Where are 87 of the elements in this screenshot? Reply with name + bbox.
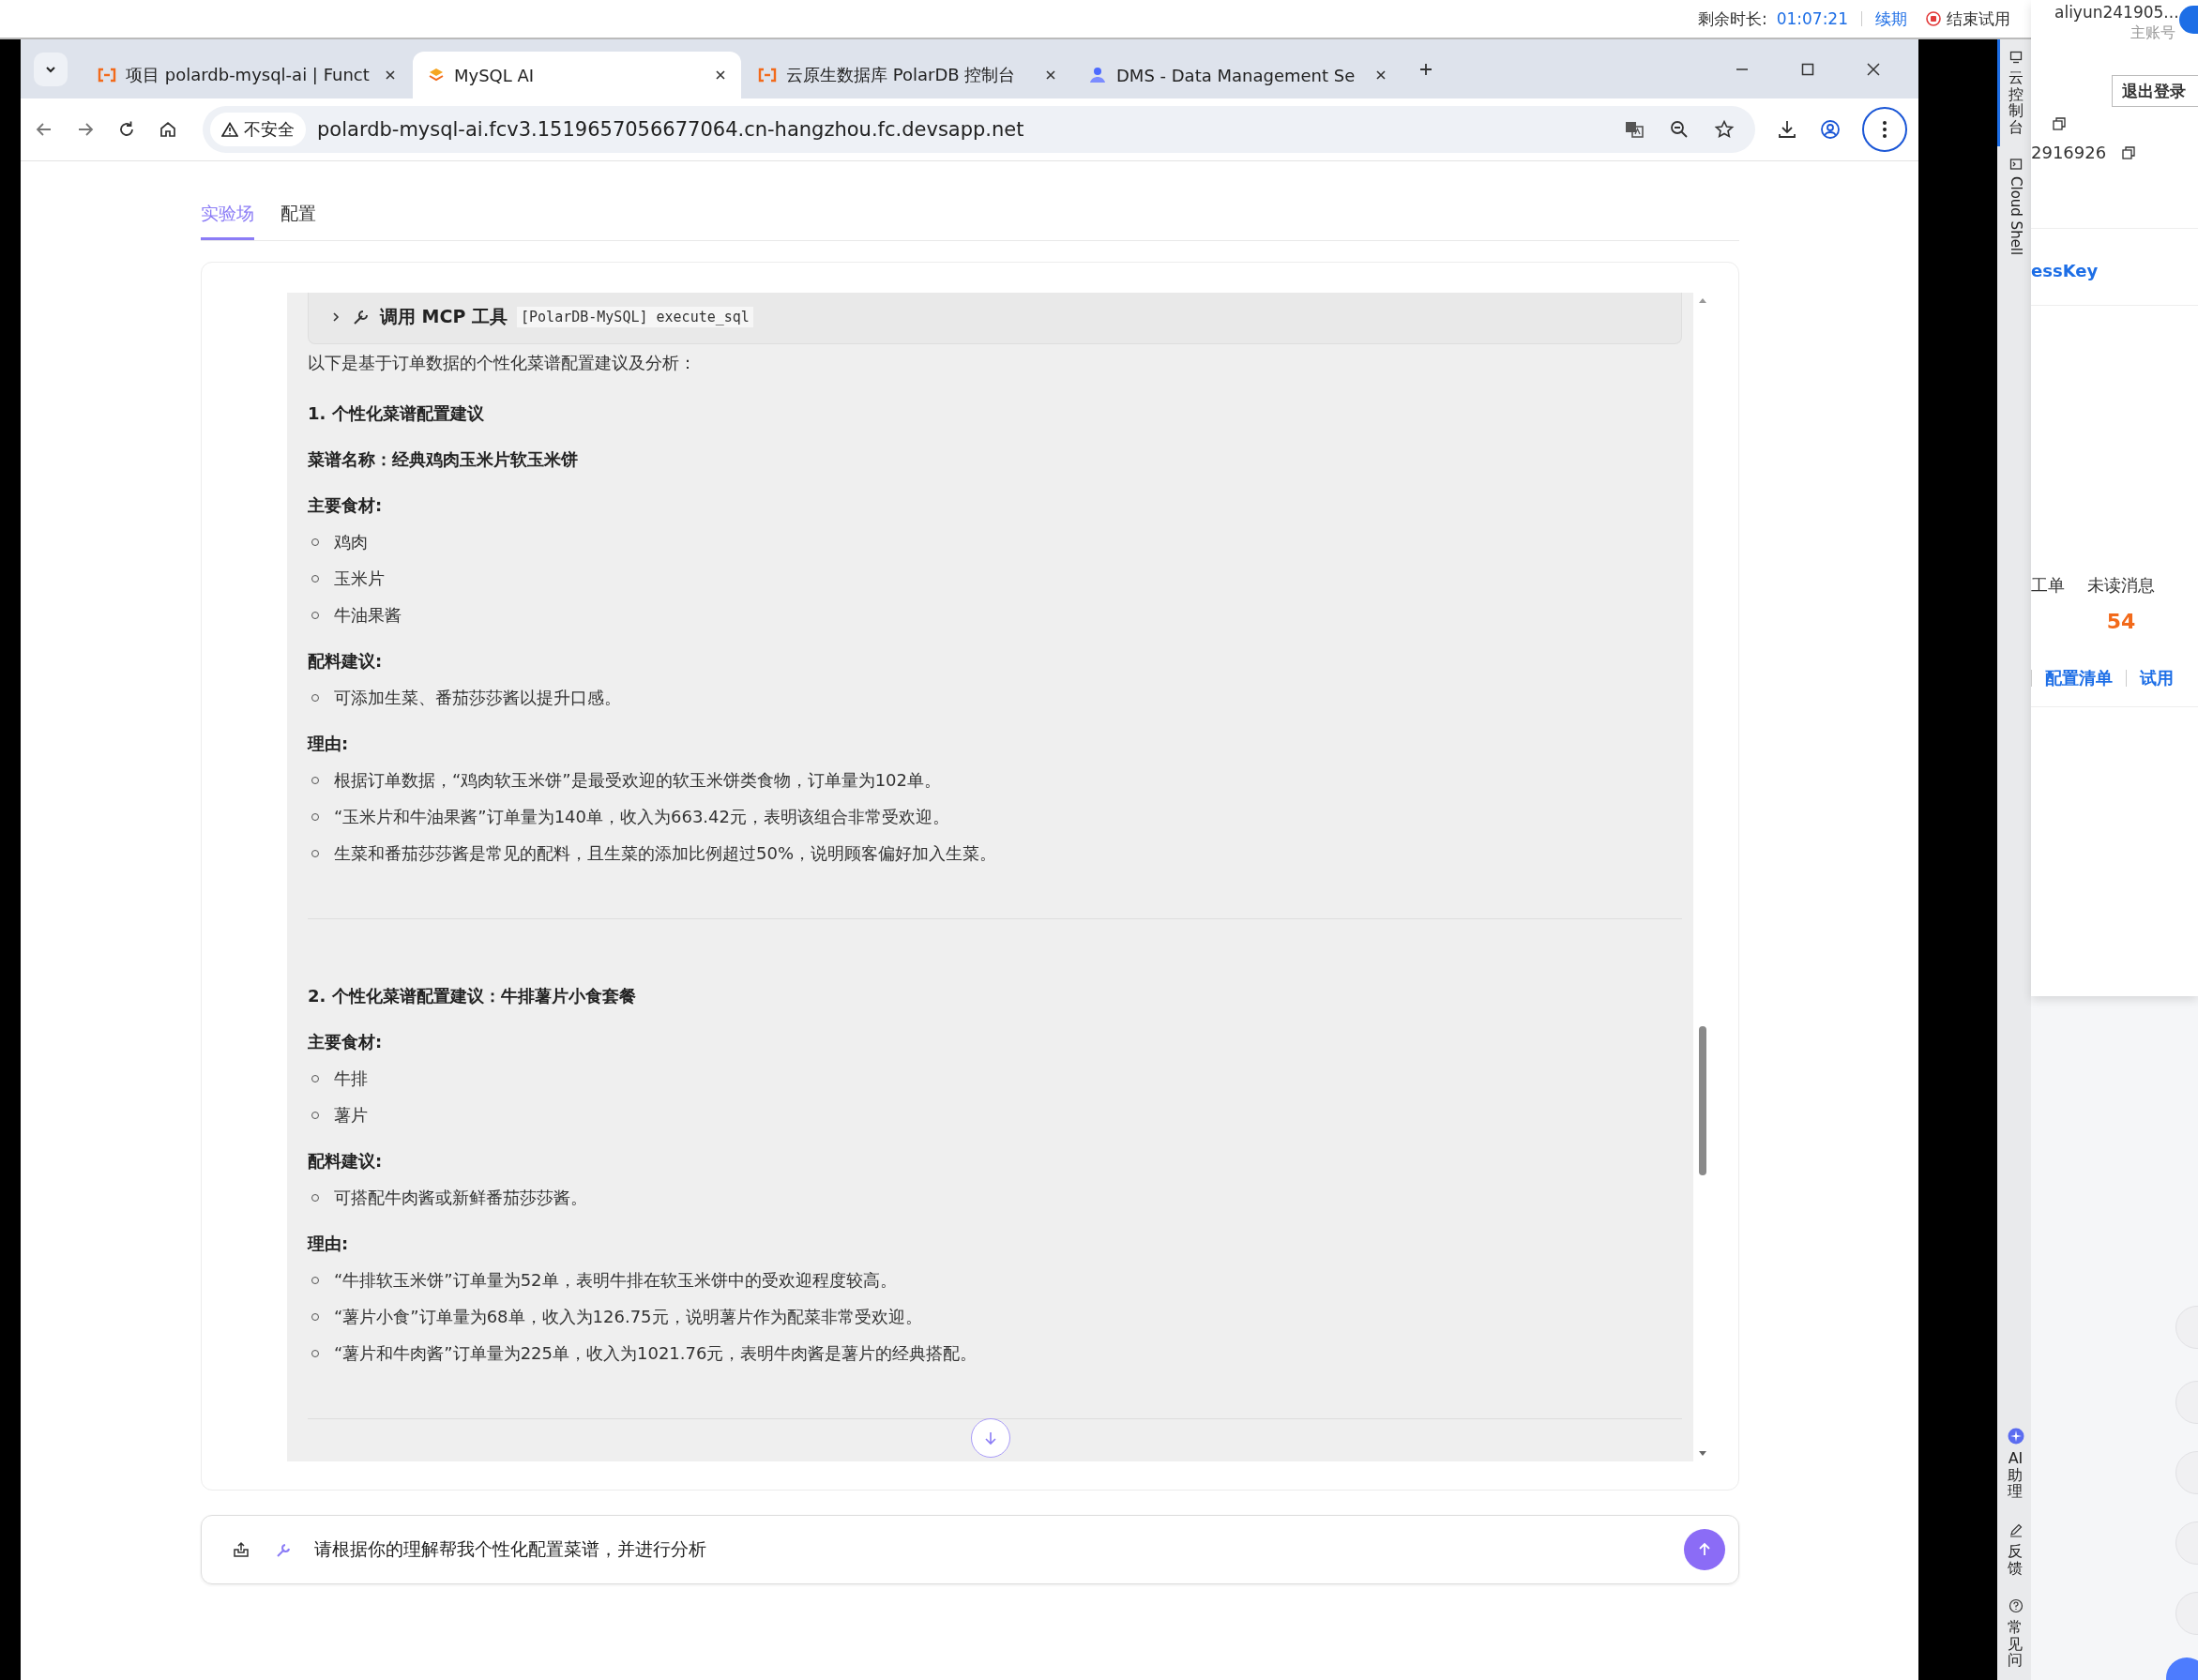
group-heading: 理由: — [308, 1233, 350, 1255]
logout-button[interactable]: 退出登录 — [2112, 75, 2198, 107]
terminal-icon — [2009, 158, 2023, 172]
list-item-text: 鸡肉 — [334, 531, 368, 553]
list-item-text: 可添加生菜、番茄莎莎酱以提升口感。 — [334, 687, 621, 709]
close-icon[interactable] — [1375, 69, 1387, 81]
stat-label: 未读消息 — [2087, 574, 2155, 597]
sidebar-item[interactable]: AI助理 — [1997, 1416, 2031, 1512]
end-trial-button[interactable]: 结束试用 — [1917, 8, 2010, 30]
copy-icon[interactable] — [2121, 144, 2137, 160]
stat-label: 工单 — [2031, 574, 2065, 597]
group-heading: 主要食材: — [308, 1031, 384, 1053]
star-icon[interactable] — [1714, 119, 1735, 140]
download-icon[interactable] — [1776, 118, 1798, 141]
warning-icon — [221, 122, 238, 137]
new-tab-icon[interactable] — [1418, 61, 1433, 77]
access-key-link[interactable]: essKey — [2031, 261, 2198, 280]
close-icon[interactable] — [715, 69, 726, 81]
help-icon — [2008, 1598, 2024, 1614]
pen-icon — [2008, 1522, 2024, 1538]
security-chip[interactable]: 不安全 — [210, 113, 306, 146]
browser-tab[interactable]: DMS - Data Management Se — [1073, 52, 1402, 98]
list-item-text: “薯片和牛肉酱”订单量为225单，收入为1021.76元，表明牛肉酱是薯片的经典搭配。 — [334, 1342, 978, 1365]
tool-call-panel[interactable]: 调用 MCP 工具 [PolarDB-MySQL] execute_sql — [308, 293, 1682, 344]
monitor-icon — [2009, 51, 2023, 64]
account-role: 主账号 — [2130, 23, 2176, 43]
layers-logo-icon — [428, 67, 445, 83]
list-item-text: 可搭配牛肉酱或新鲜番茄莎莎酱。 — [334, 1187, 587, 1209]
list-item-text: 薯片 — [334, 1104, 368, 1127]
sidebar-item[interactable]: 反馈 — [1997, 1511, 2031, 1588]
translate-icon[interactable] — [1624, 119, 1645, 140]
send-button[interactable] — [1684, 1529, 1725, 1570]
sidebar-item[interactable]: Cloud Shell — [1997, 146, 2031, 267]
message-input[interactable]: 请根据你的理解帮我个性化配置菜谱，并进行分析 — [201, 1515, 1739, 1584]
account-id: 2916926 — [2031, 143, 2107, 162]
list-item-text: “薯片小食”订单量为68单，收入为126.75元，说明薯片作为配菜非常受欢迎。 — [334, 1306, 922, 1328]
bracket-logo-icon — [98, 68, 116, 83]
list-item-text: “玉米片和牛油果酱”订单量为140单，收入为663.42元，表明该组合非常受欢迎。 — [334, 806, 949, 828]
group-heading: 理由: — [308, 733, 350, 755]
close-icon[interactable] — [385, 69, 396, 81]
group-heading: 配料建议: — [308, 1150, 384, 1173]
account-name: aliyun241905... — [2054, 2, 2179, 23]
dms-logo-icon — [1088, 67, 1107, 83]
remaining-time-label: 剩余时长: — [1697, 8, 1767, 30]
section-heading: 1. 个性化菜谱配置建议 — [308, 402, 485, 425]
message-text: 以下是基于订单数据的个性化菜谱配置建议及分析： — [308, 352, 697, 374]
input-value: 请根据你的理解帮我个性化配置菜谱，并进行分析 — [314, 1537, 706, 1561]
group-heading: 主要食材: — [308, 494, 384, 517]
panel-link[interactable]: 配置清单 — [2045, 667, 2113, 689]
upload-icon[interactable] — [232, 1540, 250, 1559]
list-item-text: 玉米片 — [334, 568, 385, 590]
scroll-up-arrow-icon[interactable] — [1698, 296, 1707, 304]
stop-icon — [1926, 11, 1941, 26]
page-tab[interactable]: 配置 — [280, 202, 316, 240]
list-item-text: 牛油果酱 — [334, 604, 402, 627]
recipe-name: 菜谱名称：经典鸡肉玉米片软玉米饼 — [308, 448, 579, 471]
close-icon[interactable] — [1866, 61, 1881, 77]
group-heading: 配料建议: — [308, 650, 384, 673]
sidebar-item[interactable]: 常见问 — [1997, 1587, 2031, 1680]
close-icon[interactable] — [1045, 69, 1056, 81]
list-item-text: 生菜和番茄莎莎酱是常见的配料，且生菜的添加比例超过50%，说明顾客偏好加入生菜。 — [334, 842, 996, 865]
list-item-text: 牛排 — [334, 1067, 368, 1090]
url-text: polardb-mysql-ai.fcv3.1519657056677064.cn-hangzhou.fc.devsapp.net — [317, 118, 1024, 141]
more-vertical-icon — [1882, 119, 1887, 140]
renew-link[interactable]: 续期 — [1875, 8, 1907, 30]
wrench-icon — [352, 308, 371, 326]
tool-name-code: [PolarDB-MySQL] execute_sql — [517, 307, 753, 327]
maximize-icon[interactable] — [1800, 61, 1815, 77]
avatar[interactable] — [2178, 6, 2198, 34]
panel-link[interactable]: 试用 — [2140, 667, 2174, 689]
zoom-out-icon[interactable] — [1669, 119, 1690, 140]
profile-icon[interactable] — [1819, 118, 1842, 141]
scroll-down-arrow-icon[interactable] — [1698, 1450, 1707, 1458]
list-item-text: “牛排软玉米饼”订单量为52单，表明牛排在软玉米饼中的受欢迎程度较高。 — [334, 1269, 897, 1292]
tool-call-label: 调用 MCP 工具 — [380, 305, 508, 328]
browser-tab[interactable]: 项目 polardb-mysql-ai | Funct — [83, 52, 411, 98]
bracket-logo-icon — [758, 68, 777, 83]
section-heading: 2. 个性化菜谱配置建议：牛排薯片小食套餐 — [308, 985, 637, 1007]
list-item-text: 根据订单数据，“鸡肉软玉米饼”是最受欢迎的软玉米饼类食物，订单量为102单。 — [334, 769, 941, 792]
browser-tab[interactable]: 云原生数据库 PolarDB 控制台 — [743, 52, 1071, 98]
menu-button[interactable] — [1862, 107, 1907, 152]
remaining-time: 01:07:21 — [1776, 9, 1848, 28]
copy-icon[interactable] — [2052, 116, 2067, 131]
scrollbar-thumb[interactable] — [1699, 1025, 1706, 1175]
home-icon[interactable] — [158, 119, 178, 140]
browser-tab[interactable]: MySQL AI — [413, 52, 741, 98]
address-bar[interactable]: 不安全 polardb-mysql-ai.fcv3.1519657056677064.cn-hangzhou.fc.devsapp.net — [203, 106, 1755, 153]
